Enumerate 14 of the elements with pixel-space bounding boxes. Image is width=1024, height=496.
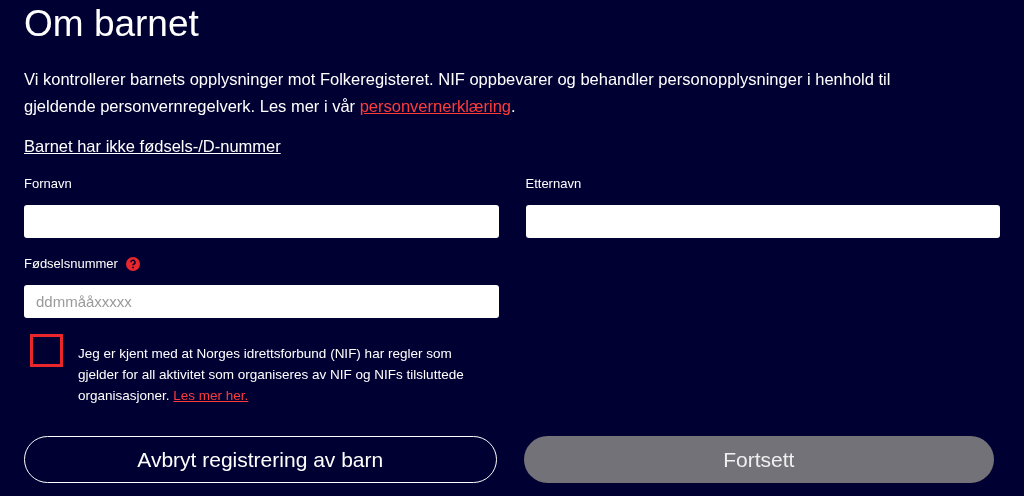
field-label: Fornavn xyxy=(24,175,72,194)
text-field[interactable] xyxy=(525,205,1000,238)
text-field[interactable]: ddmmååxxxxx xyxy=(24,285,499,318)
intro-text: Vi kontrollerer barnets opplysninger mot Folkeregisteret. NIF oppbevarer og behandler personopplysninger i henhold til gjeldende personvernregelverk. Les mer i vår personvernerklæring. xyxy=(24,69,892,117)
consent-checkbox[interactable] xyxy=(30,334,63,367)
field-label: Etternavn xyxy=(525,175,582,194)
help-icon[interactable] xyxy=(125,257,140,271)
consent-text: Jeg er kjent med at Norges idrettsforbund (NIF) har regler som gjelder for all aktivitet som organiseres av NIF og NIFs tilsluttede organisasjoner. Les mer her. xyxy=(78,345,465,405)
privacy-link[interactable]: personvernerklæring xyxy=(359,97,511,115)
page-heading: Om barnet xyxy=(24,2,200,46)
read-more-link[interactable]: Les mer her. xyxy=(173,388,249,403)
field-label: Fødselsnummer xyxy=(24,255,118,274)
no-id-link[interactable]: Barnet har ikke fødsels-/D-nummer xyxy=(24,134,281,159)
text-field[interactable] xyxy=(24,205,499,238)
